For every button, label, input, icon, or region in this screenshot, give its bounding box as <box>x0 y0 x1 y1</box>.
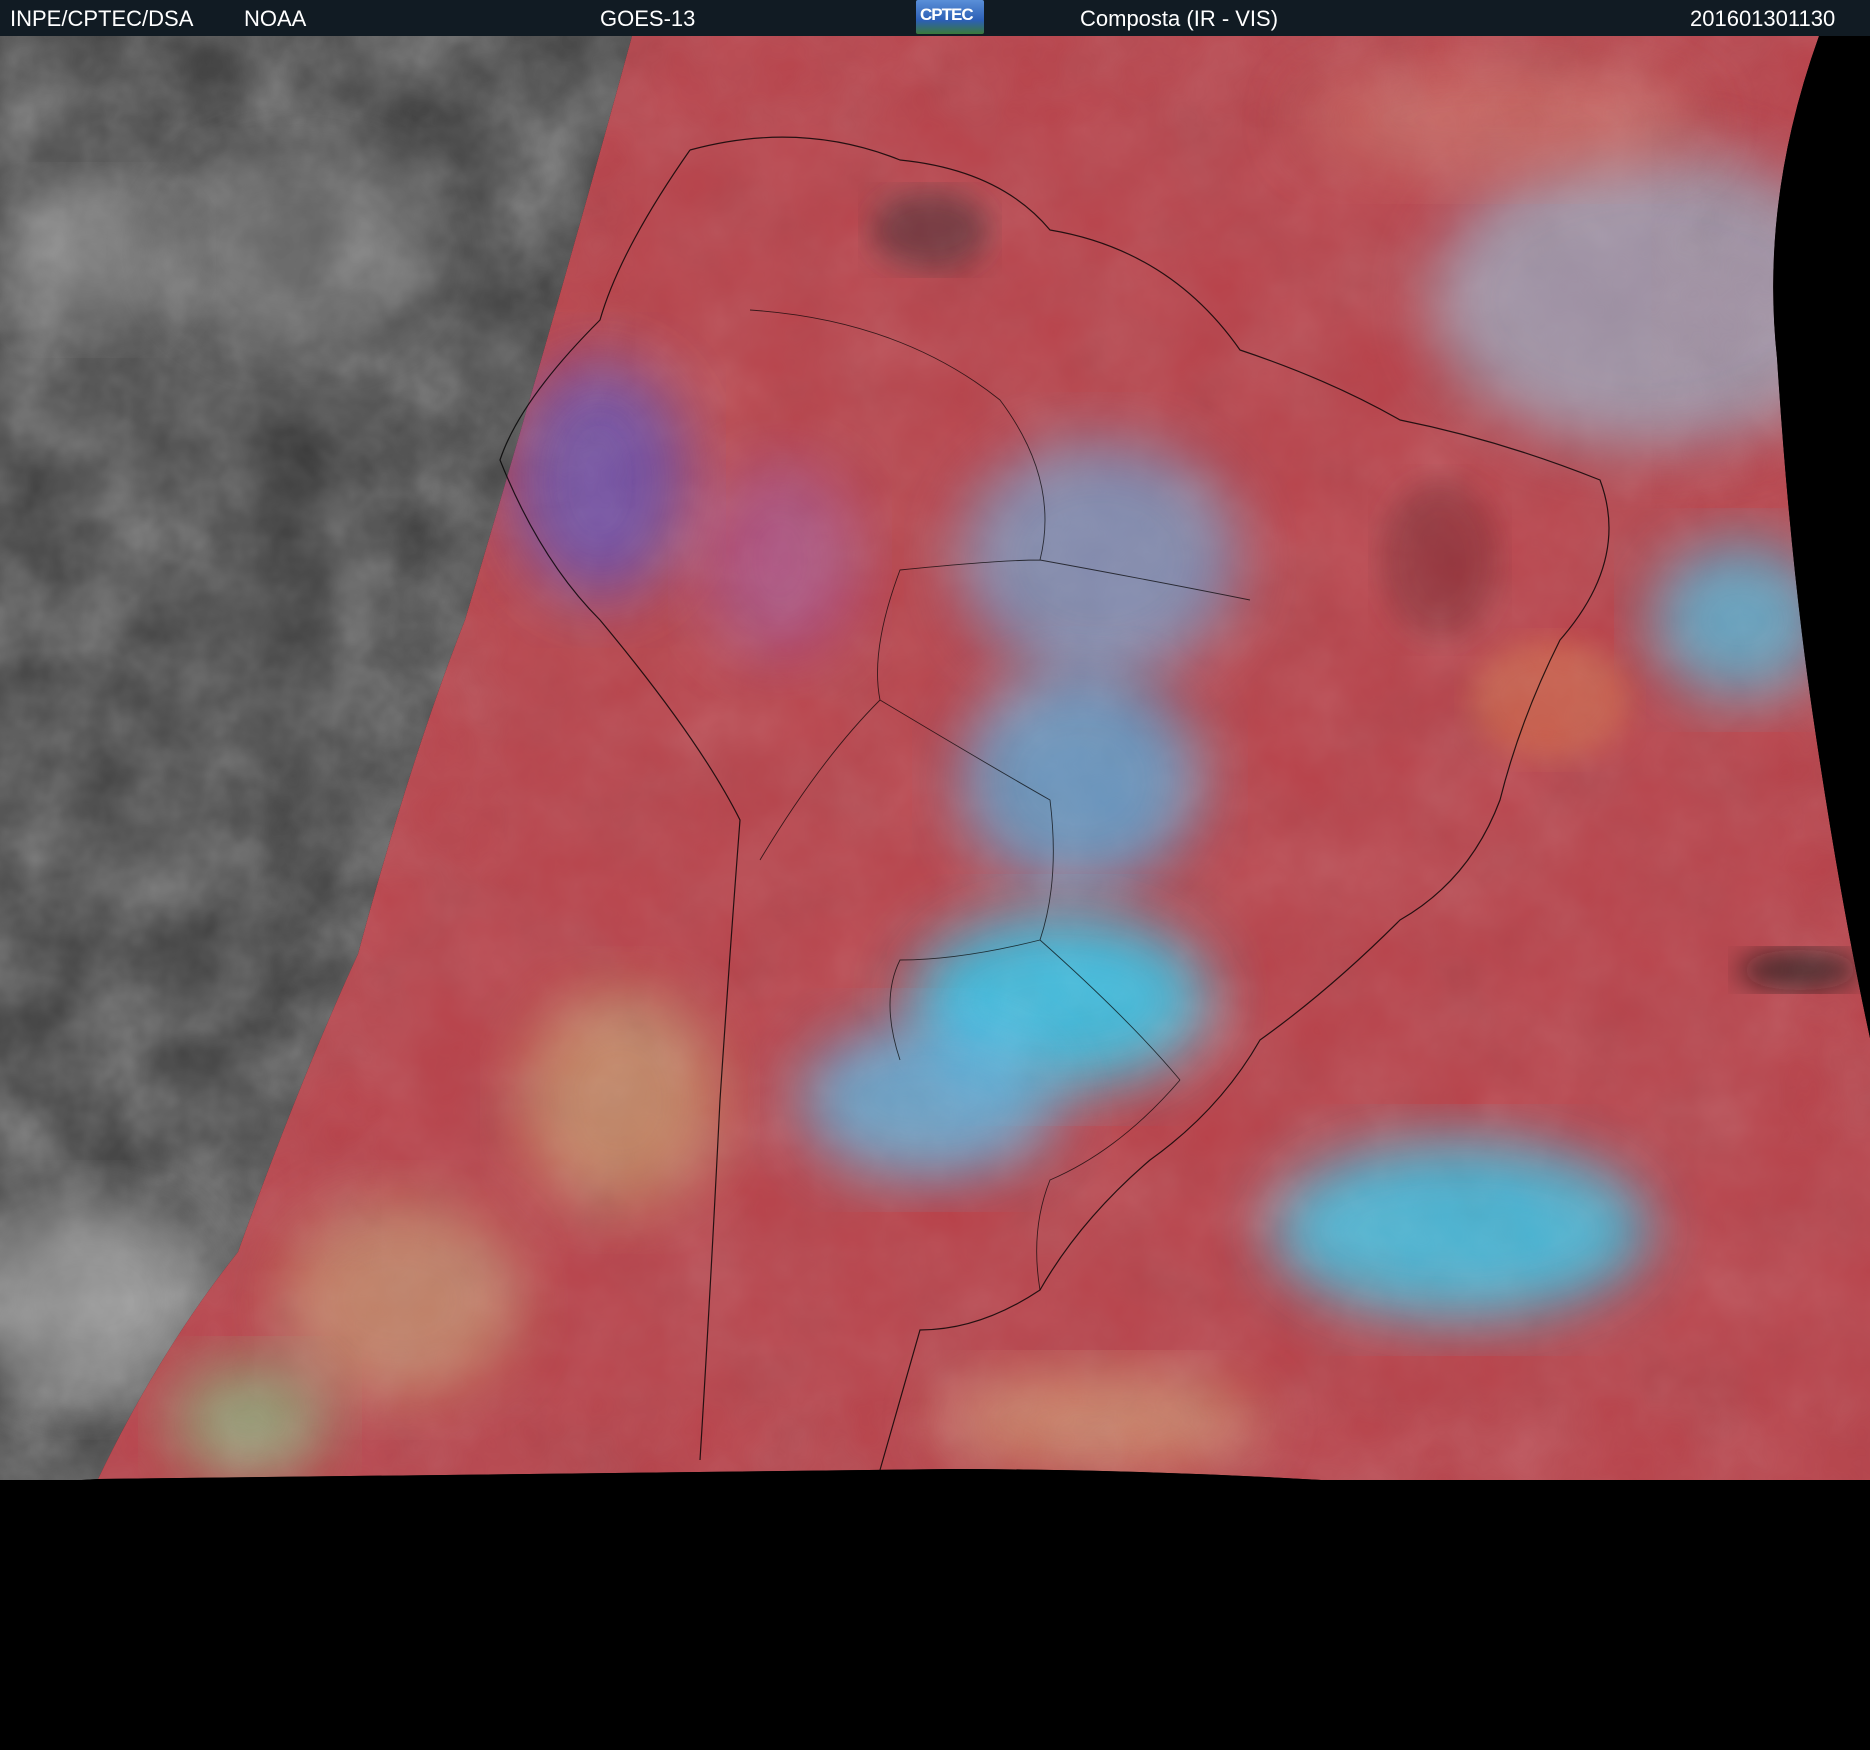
agency-label: NOAA <box>244 6 307 31</box>
header-bar: INPE/CPTEC/DSA NOAA GOES-13 CPTEC Compos… <box>0 0 1870 36</box>
satellite-label: GOES-13 <box>600 6 696 31</box>
product-label: Composta (IR - VIS) <box>1080 6 1279 31</box>
timestamp-label: 201601301130 <box>1690 6 1836 31</box>
satellite-image <box>0 36 1870 1750</box>
cptec-logo: CPTEC <box>916 0 984 34</box>
institution-label: INPE/CPTEC/DSA <box>10 6 194 31</box>
